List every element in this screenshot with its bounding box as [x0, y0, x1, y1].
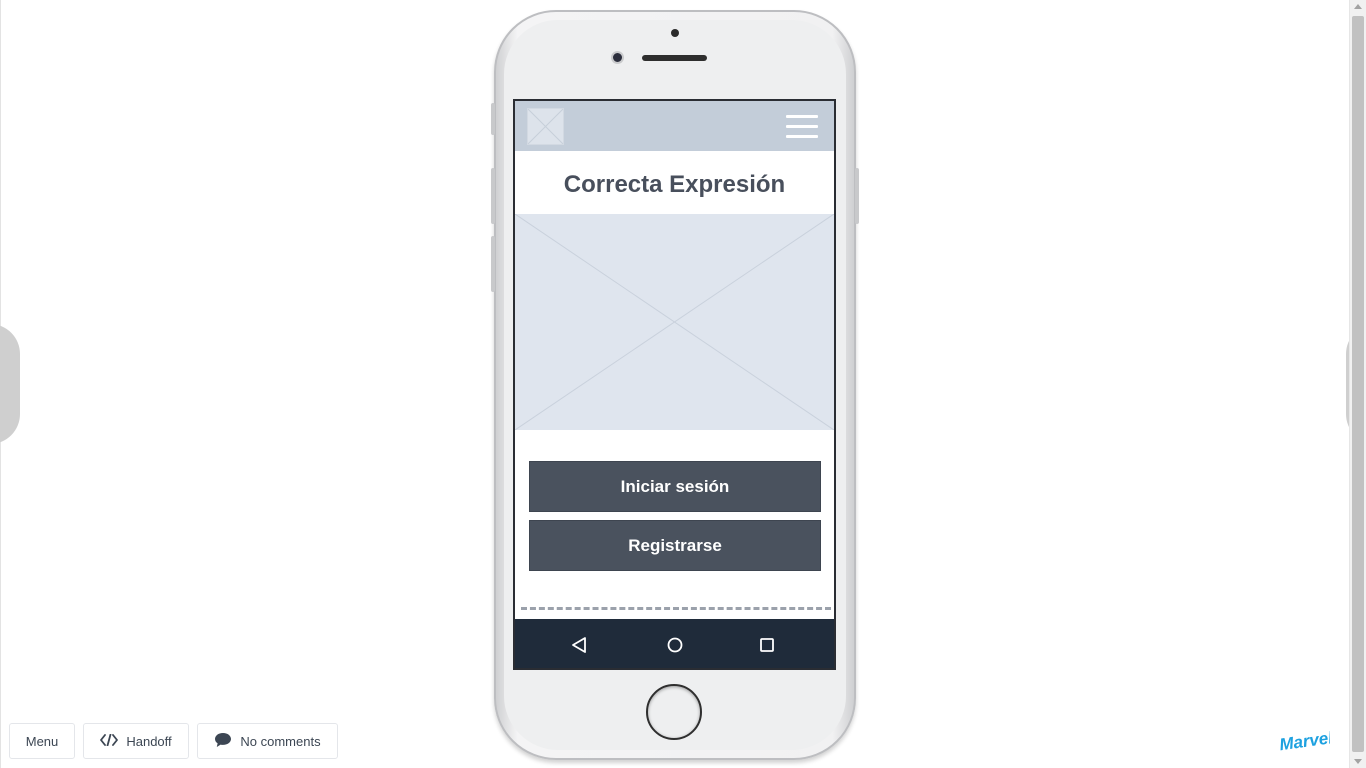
phone-mute-switch: [491, 103, 495, 135]
android-back-icon[interactable]: [559, 619, 599, 668]
handoff-button[interactable]: Handoff: [83, 723, 189, 759]
android-home-icon[interactable]: [655, 619, 695, 668]
menu-button[interactable]: Menu: [9, 723, 75, 759]
code-icon: [100, 733, 119, 749]
phone-volume-down-button: [491, 236, 495, 292]
login-button[interactable]: Iniciar sesión: [529, 461, 821, 512]
phone-volume-up-button: [491, 168, 495, 224]
svg-text:Marvel: Marvel: [1278, 728, 1330, 752]
menu-button-label: Menu: [25, 733, 59, 749]
phone-power-button: [855, 168, 859, 224]
phone-sensor: [671, 29, 679, 37]
hamburger-menu-icon[interactable]: [786, 115, 818, 138]
android-recents-icon[interactable]: [747, 619, 787, 668]
comment-bubble-icon: [214, 732, 232, 751]
android-navigation-bar: [515, 619, 834, 668]
comments-button[interactable]: No comments: [197, 723, 338, 759]
scroll-down-arrow-icon[interactable]: [1354, 759, 1362, 764]
handoff-button-label: Handoff: [126, 733, 172, 749]
marvel-logo[interactable]: Marvel: [1278, 728, 1335, 754]
comments-button-label: No comments: [240, 733, 321, 749]
register-button[interactable]: Registrarse: [529, 520, 821, 571]
vertical-scrollbar[interactable]: [1349, 0, 1366, 768]
logo-placeholder-image: [527, 108, 564, 145]
app-top-bar: [515, 101, 834, 151]
previous-screen-button[interactable]: [0, 324, 20, 444]
phone-earpiece-speaker: [642, 55, 707, 61]
hero-placeholder-image: [515, 213, 834, 431]
page-title: Correcta Expresión: [563, 171, 786, 198]
app-screen: Correcta Expresión Iniciar sesión Regist…: [513, 99, 836, 670]
phone-home-button[interactable]: [646, 684, 702, 740]
phone-front-camera: [611, 51, 624, 64]
scroll-up-arrow-icon[interactable]: [1354, 4, 1362, 9]
dashed-divider: [521, 607, 831, 610]
scrollbar-thumb[interactable]: [1352, 16, 1364, 752]
